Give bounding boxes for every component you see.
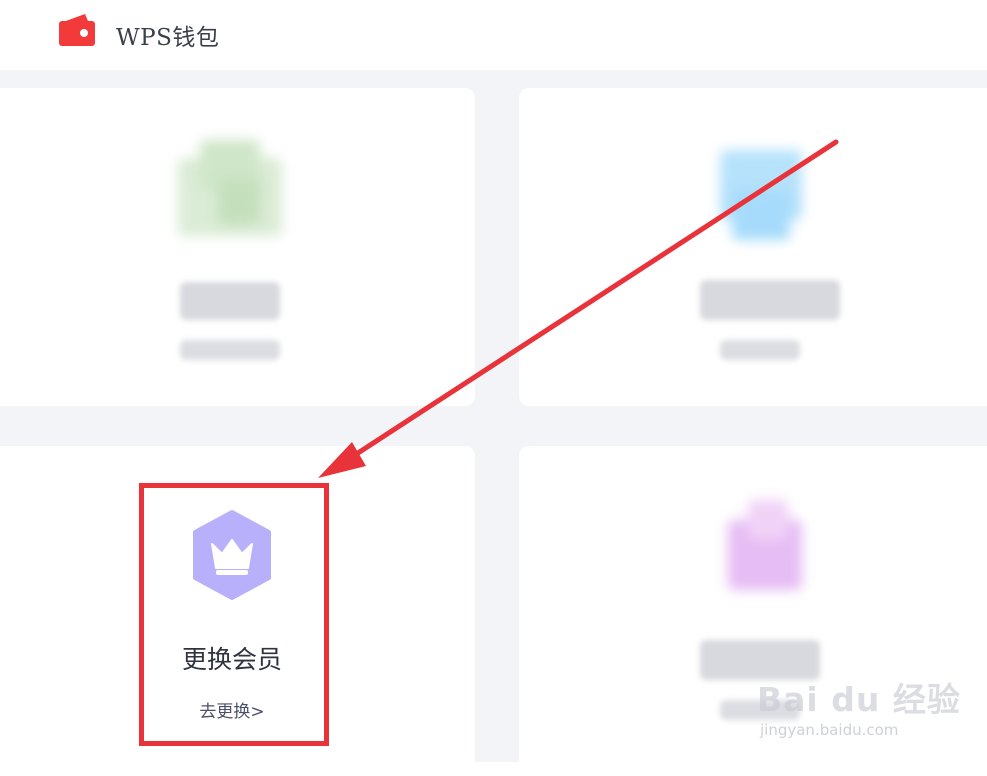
green-blurred-icon xyxy=(178,140,282,240)
header-bar: WPS钱包 xyxy=(0,0,987,70)
watermark-logo: Bai du 经验 xyxy=(757,680,961,719)
change-membership-link[interactable]: 去更换> xyxy=(150,697,314,722)
wallet-card-4[interactable] xyxy=(519,446,987,776)
watermark-url: jingyan.baidu.com xyxy=(760,721,899,739)
blurred-card-title xyxy=(700,280,840,320)
wallet-icon xyxy=(59,14,95,46)
blurred-card-subtitle xyxy=(720,340,800,360)
blurred-card-subtitle xyxy=(180,340,280,360)
crown-icon xyxy=(193,510,271,600)
change-membership-card[interactable] xyxy=(0,446,475,776)
purple-blurred-icon xyxy=(722,500,806,600)
app-title: WPS钱包 xyxy=(116,25,220,51)
blue-blurred-icon xyxy=(720,150,802,242)
blurred-card-title xyxy=(180,282,280,320)
change-membership-title: 更换会员 xyxy=(181,645,282,674)
